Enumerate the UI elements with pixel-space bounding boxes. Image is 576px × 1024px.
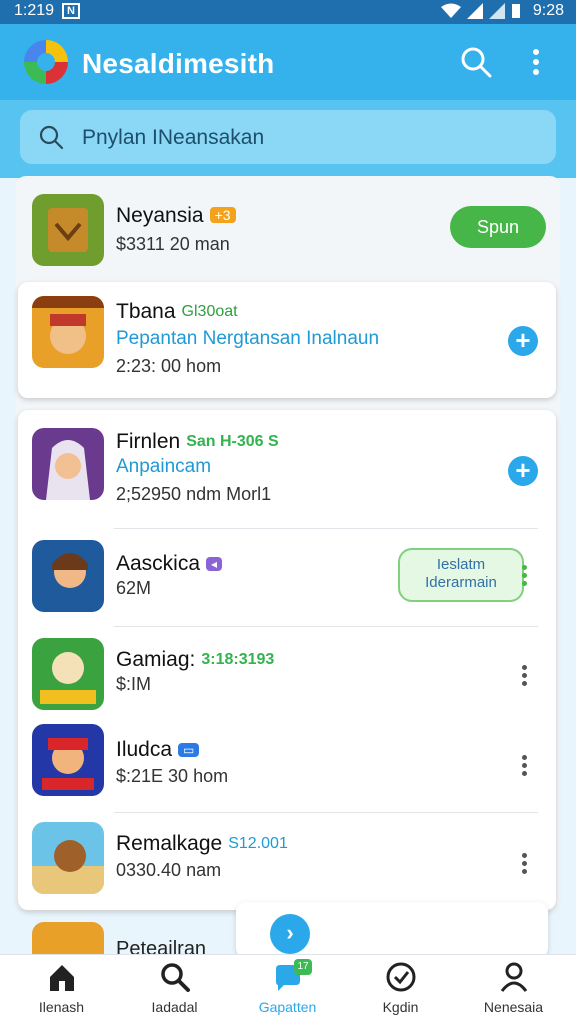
install-button-line2: Iderarmain [425,574,497,591]
app-subtitle: Anpaincam [116,456,212,477]
app-name: Neyansia +3 [116,204,236,228]
profile-icon [500,962,528,992]
list-item[interactable]: Gamiag: 3:18:3193 $:IM [18,632,556,718]
app-title: Nesaldimesith [82,48,275,79]
app-name-text: Neyansia [116,204,204,227]
app-meta: 62M [116,578,152,598]
nav-item-profile[interactable]: Nenesaia [456,955,571,1024]
add-button[interactable]: + [508,456,538,486]
install-button-line1: Ieslatm [436,556,486,573]
nav-label: Iadadal [151,999,198,1015]
app-logo-icon [24,40,68,84]
next-button[interactable]: › [270,914,310,954]
nav-item-check[interactable]: Kgdin [343,955,458,1024]
nav-label: Gapatten [258,999,317,1015]
app-thumbnail [32,638,104,710]
app-thumbnail [32,296,104,368]
app-meta: $3311 20 man [116,234,230,254]
app-thumbnail [32,724,104,796]
more-options-icon[interactable] [518,752,530,780]
app-thumbnail [32,428,104,500]
notification-badge: 17 [294,959,312,975]
app-meta: 0330.40 nam [116,860,222,880]
list-item[interactable]: Remalkage S12.001 0330.40 nam [18,818,556,908]
nav-item-search[interactable]: Iadadal [117,955,232,1024]
app-meta: 2:23: 00 hom [116,356,222,376]
signal-icon-2 [488,3,505,19]
notification-icon: N [62,3,80,19]
app-name-text: Firnlen [116,430,181,453]
app-meta: $:21E 30 hom [116,766,229,786]
app-name-text: Tbana [116,300,176,323]
nav-label: Ilenash [38,999,85,1015]
app-meta: $:IM [116,674,152,694]
divider [114,528,538,529]
app-name: Tbana Gl30oat [116,300,238,324]
app-image-icon [32,296,104,354]
app-header: Nesaldimesith [0,24,576,100]
check-circle-icon [386,962,416,992]
add-button[interactable]: + [508,326,538,356]
status-bar: 1:219 N 9:28 [0,0,576,24]
app-image-icon [42,738,94,790]
price-badge: 3:18:3193 [201,651,275,668]
search-input[interactable]: Pnylan INeansakan [20,110,556,164]
more-options-icon[interactable] [518,850,530,878]
more-vert-icon[interactable] [524,46,548,78]
status-clock: 9:28 [532,2,564,19]
nav-item-chat[interactable]: 17 Gapatten [230,955,345,1024]
search-icon[interactable] [460,46,492,78]
app-name-text: Aasckica [116,552,201,575]
nav-item-home[interactable]: Ilenash [4,955,119,1024]
price-badge: S12.001 [228,835,288,852]
home-icon [50,965,74,991]
bottom-nav: Ilenash Iadadal 17 Gapatten Kgdin Nenesa… [0,954,576,1024]
search-placeholder: Pnylan INeansakan [82,126,265,149]
app-thumbnail [32,822,104,894]
status-time: 1:219 [14,2,55,19]
app-name-text: Iludca [116,738,173,761]
app-image-icon [32,840,104,894]
app-name: Iludca ▭ [116,738,200,762]
spun-button[interactable]: Spun [450,206,546,248]
list-item[interactable]: Neyansia +3 $3311 20 man Spun [16,186,560,272]
install-button[interactable]: Ieslatm Iderarmain [398,548,524,602]
app-subtitle: Pepantan Nergtansan Inalnaun [116,328,380,349]
nav-label: Nenesaia [483,999,544,1015]
battery-icon [511,4,520,18]
more-options-icon[interactable] [518,562,530,590]
rating-badge: +3 [209,207,236,223]
divider [114,812,538,813]
price-badge: San H-306 S [186,433,279,450]
wifi-icon [440,3,461,18]
list-item[interactable]: Iludca ▭ $:21E 30 hom [18,718,556,812]
app-meta: 2;52950 ndm Morl1 [116,484,272,504]
app-name: Remalkage S12.001 [116,832,288,856]
list-item[interactable]: Aasckica ◂ 62M Ieslatm Iderarmain [18,536,556,626]
tag-badge: ◂ [206,557,223,571]
nav-label: Kgdin [382,999,419,1015]
app-image-icon [48,208,88,252]
app-name: Aasckica ◂ [116,552,223,576]
app-thumbnail [32,540,104,612]
list-item[interactable]: Firnlen San H-306 S Anpaincam 2;52950 ndm… [18,418,556,528]
tag-badge: ▭ [178,743,200,757]
more-options-icon[interactable] [518,662,530,690]
app-name-text: Remalkage [116,832,223,855]
divider [114,626,538,627]
signal-icon [466,3,483,19]
search-icon [39,125,64,150]
app-name-text: Gamiag: [116,648,196,671]
app-thumbnail [32,194,104,266]
app-name: Gamiag: 3:18:3193 [116,648,274,672]
search-icon [161,963,190,992]
app-name: Firnlen San H-306 S [116,430,279,454]
tag-badge: Gl30oat [181,303,238,320]
search-section: Pnylan INeansakan [0,100,576,178]
list-item[interactable]: Tbana Gl30oat Pepantan Nergtansan Inalnau… [18,282,556,398]
app-image-icon [46,440,90,500]
app-image-icon [40,652,96,704]
app-image-icon [52,553,88,588]
